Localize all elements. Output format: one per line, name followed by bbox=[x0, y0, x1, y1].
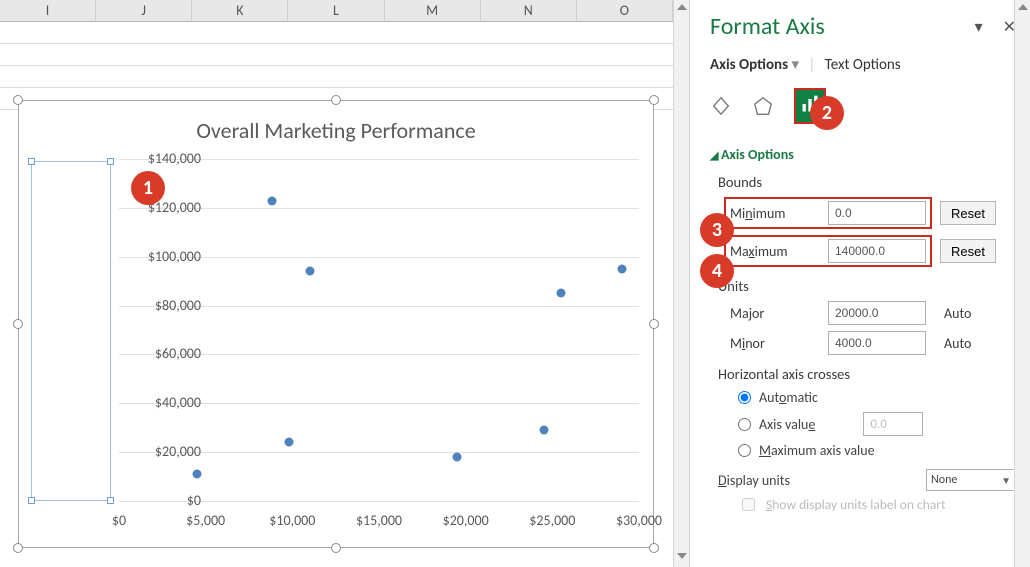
units-label: Units bbox=[718, 277, 1016, 295]
units-minor-state: Auto bbox=[944, 335, 971, 352]
plot-area[interactable]: $0$20,000$40,000$60,000$80,000$100,000$1… bbox=[119, 159, 639, 501]
crosses-axis-value-radio[interactable] bbox=[738, 418, 751, 431]
display-units-select[interactable]: None ▼ bbox=[926, 469, 1016, 491]
data-point[interactable] bbox=[284, 438, 293, 447]
scroll-up-icon[interactable] bbox=[1018, 4, 1028, 10]
col-header[interactable]: J bbox=[96, 0, 192, 21]
display-units-label-text: Show display units label on chart bbox=[766, 496, 946, 513]
y-axis-tick: $20,000 bbox=[121, 443, 201, 460]
bounds-min-label: Minimum bbox=[730, 205, 816, 222]
annotation-badge-2: 2 bbox=[810, 96, 844, 130]
task-pane-dropdown-icon[interactable]: ▾ bbox=[975, 17, 983, 37]
annotation-badge-3: 3 bbox=[700, 213, 734, 247]
resize-handle[interactable] bbox=[649, 95, 659, 105]
crosses-label: Horizontal axis crosses bbox=[718, 365, 1016, 383]
fill-line-icon[interactable] bbox=[710, 95, 732, 117]
tab-text-options[interactable]: Text Options bbox=[825, 56, 901, 74]
resize-handle[interactable] bbox=[13, 95, 23, 105]
x-axis-tick: $25,000 bbox=[529, 512, 575, 529]
bounds-max-input[interactable] bbox=[828, 239, 926, 263]
bounds-min-input[interactable] bbox=[828, 201, 926, 225]
scroll-up-icon[interactable] bbox=[677, 4, 687, 10]
pane-vertical-scrollbar[interactable] bbox=[1014, 0, 1030, 567]
column-headers[interactable]: I J K L M N O bbox=[0, 0, 673, 22]
format-axis-pane: Format Axis ▾ ✕ Axis Options ▾ | Text Op… bbox=[690, 0, 1030, 567]
data-point[interactable] bbox=[453, 453, 462, 462]
units-major-input[interactable] bbox=[828, 301, 926, 325]
resize-handle[interactable] bbox=[13, 319, 23, 329]
tab-axis-options[interactable]: Axis Options bbox=[710, 56, 788, 74]
section-axis-options[interactable]: Axis Options bbox=[710, 146, 1016, 163]
y-axis-tick: $60,000 bbox=[121, 345, 201, 362]
crosses-axis-value-label: Axis value bbox=[759, 416, 815, 433]
scroll-down-icon[interactable] bbox=[677, 553, 687, 559]
x-axis-tick: $0 bbox=[112, 512, 126, 529]
bounds-maximum-row: Maximum bbox=[724, 235, 932, 267]
col-header[interactable]: O bbox=[577, 0, 673, 21]
pane-title: Format Axis bbox=[710, 12, 825, 41]
col-header[interactable]: I bbox=[0, 0, 96, 21]
display-units-label: Display units bbox=[718, 472, 790, 489]
data-point[interactable] bbox=[539, 426, 548, 435]
effects-icon[interactable] bbox=[752, 95, 774, 117]
x-axis-tick: $15,000 bbox=[356, 512, 402, 529]
crosses-max-radio[interactable] bbox=[738, 444, 751, 457]
col-header[interactable]: M bbox=[385, 0, 481, 21]
y-axis-tick: $140,000 bbox=[121, 150, 201, 167]
display-units-value: None bbox=[931, 473, 957, 487]
y-axis-tick: $120,000 bbox=[121, 199, 201, 216]
resize-handle[interactable] bbox=[331, 543, 341, 553]
x-axis-tick: $30,000 bbox=[616, 512, 662, 529]
annotation-badge-1: 1 bbox=[131, 171, 165, 205]
crosses-automatic-radio[interactable] bbox=[738, 391, 751, 404]
data-point[interactable] bbox=[305, 267, 314, 276]
col-header[interactable]: N bbox=[481, 0, 577, 21]
bounds-minimum-row: Minimum bbox=[724, 197, 932, 229]
col-header[interactable]: K bbox=[192, 0, 288, 21]
x-axis-tick: $5,000 bbox=[186, 512, 225, 529]
display-units-label-checkbox bbox=[742, 498, 755, 511]
crosses-axis-value-input bbox=[863, 412, 923, 436]
data-point[interactable] bbox=[557, 289, 566, 298]
y-axis-tick: $0 bbox=[121, 492, 201, 509]
units-minor-input[interactable] bbox=[828, 331, 926, 355]
data-point[interactable] bbox=[193, 470, 202, 479]
axis-handle[interactable] bbox=[28, 497, 35, 504]
chevron-down-icon: ▼ bbox=[1001, 474, 1011, 487]
bounds-max-label: Maximum bbox=[730, 243, 816, 260]
y-axis-tick: $40,000 bbox=[121, 394, 201, 411]
resize-handle[interactable] bbox=[649, 319, 659, 329]
crosses-automatic-label: Automatic bbox=[759, 389, 818, 406]
units-minor-label: Minor bbox=[730, 335, 816, 352]
resize-handle[interactable] bbox=[649, 543, 659, 553]
crosses-max-label: Maximum axis value bbox=[759, 442, 875, 459]
bounds-min-reset-button[interactable]: Reset bbox=[940, 201, 996, 225]
chart-object[interactable]: Overall Marketing Performance 1 $0 $20,00… bbox=[18, 100, 654, 548]
data-point[interactable] bbox=[617, 264, 626, 273]
units-major-state: Auto bbox=[944, 305, 971, 322]
y-axis-tick: $100,000 bbox=[121, 248, 201, 265]
bounds-max-reset-button[interactable]: Reset bbox=[940, 239, 996, 263]
y-axis-tick: $80,000 bbox=[121, 297, 201, 314]
worksheet-area[interactable]: I J K L M N O Overall Marketing Performa… bbox=[0, 0, 690, 567]
worksheet-vertical-scrollbar[interactable] bbox=[673, 0, 689, 567]
y-axis-selection[interactable] bbox=[31, 161, 111, 501]
resize-handle[interactable] bbox=[13, 543, 23, 553]
tab-axis-options-dropdown-icon[interactable]: ▾ bbox=[791, 56, 799, 74]
col-header[interactable]: L bbox=[288, 0, 384, 21]
axis-handle[interactable] bbox=[28, 158, 35, 165]
annotation-badge-4: 4 bbox=[700, 254, 734, 288]
x-axis-tick: $10,000 bbox=[269, 512, 315, 529]
chart-title[interactable]: Overall Marketing Performance bbox=[19, 117, 653, 144]
axis-handle[interactable] bbox=[107, 158, 114, 165]
bounds-label: Bounds bbox=[718, 173, 1016, 191]
units-major-label: Major bbox=[730, 305, 816, 322]
resize-handle[interactable] bbox=[331, 95, 341, 105]
x-axis-tick: $20,000 bbox=[443, 512, 489, 529]
data-point[interactable] bbox=[267, 196, 276, 205]
axis-handle[interactable] bbox=[107, 497, 114, 504]
